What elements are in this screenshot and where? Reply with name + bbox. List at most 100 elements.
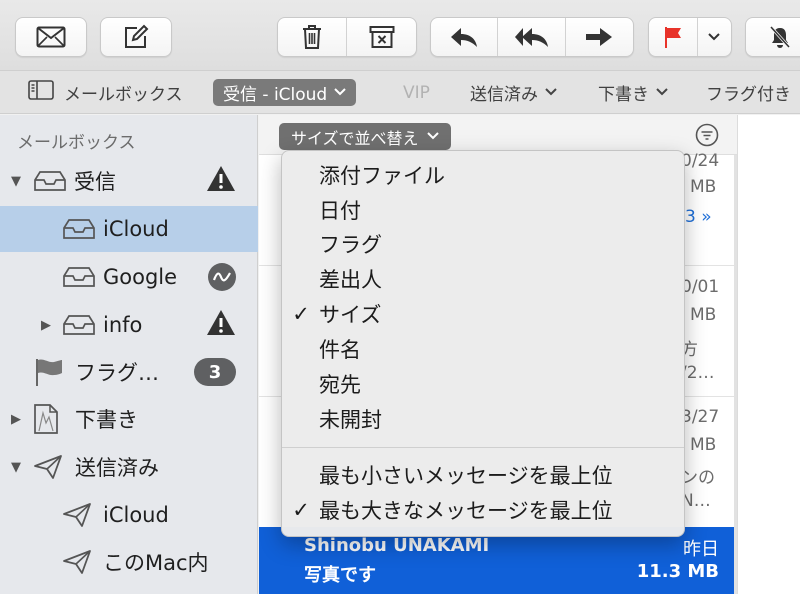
sort-menu-item-from[interactable]: 差出人 <box>282 262 684 296</box>
menu-item-label: 日付 <box>319 199 361 223</box>
sidebar-item-label: フラグ… <box>75 361 159 385</box>
get-mail-button[interactable] <box>15 17 87 57</box>
sort-menu-item-size[interactable]: ✓ サイズ <box>282 297 684 331</box>
menu-item-label: 件名 <box>319 338 361 362</box>
sidebar-item-label: Google <box>103 265 178 289</box>
delete-button[interactable] <box>278 18 347 56</box>
sort-menu-item-to[interactable]: 宛先 <box>282 367 684 401</box>
sort-menu-item-subject[interactable]: 件名 <box>282 332 684 366</box>
sort-order-smallest-first[interactable]: 最も小さいメッセージを最上位 <box>282 458 684 492</box>
chevron-down-icon <box>334 86 346 99</box>
sidebar-item-label: iCloud <box>103 503 169 527</box>
favorite-drafts[interactable]: 下書き <box>598 79 668 106</box>
message-snippet: N… <box>681 491 711 511</box>
sort-menu: 添付ファイル 日付 フラグ 差出人 ✓ サイズ 件名 宛先 未開封 最も小さいメ… <box>281 150 685 537</box>
favorite-sent[interactable]: 送信済み <box>470 79 557 106</box>
inbox-tray-icon <box>62 314 96 341</box>
disclosure-open-icon[interactable]: ▼ <box>11 174 21 189</box>
chevron-down-icon <box>545 86 557 99</box>
sort-label: サイズで並べ替え <box>291 128 419 148</box>
reply-all-icon <box>514 26 550 48</box>
sidebar-item-sent[interactable]: ▼ 送信済み <box>0 444 258 490</box>
junk-box-icon <box>369 25 395 49</box>
sidebar-item-inbox[interactable]: ▼ 受信 <box>0 158 258 204</box>
menu-item-label: 宛先 <box>319 373 361 397</box>
mailboxes-toggle-button[interactable]: メールボックス <box>28 79 183 106</box>
message-viewer <box>737 115 800 594</box>
favorite-inbox-icloud[interactable]: 受信 - iCloud <box>213 79 357 106</box>
menu-item-label: 未開封 <box>319 408 382 432</box>
checkmark-icon: ✓ <box>292 498 310 522</box>
flag-button[interactable] <box>649 18 698 56</box>
message-snippet: ンの <box>681 468 715 488</box>
sidebar-item-label: 送信済み <box>75 456 159 480</box>
sort-menu-item-unread[interactable]: 未開封 <box>282 402 684 436</box>
mute-button[interactable] <box>745 17 800 57</box>
sidebar-item-label: 受信 <box>74 170 116 194</box>
checkmark-icon: ✓ <box>292 302 310 326</box>
chevron-down-icon <box>708 33 721 41</box>
sidebar-item-inbox-icloud[interactable]: iCloud <box>0 206 258 252</box>
warning-icon[interactable] <box>206 165 236 197</box>
sidebar-item-sent-icloud[interactable]: iCloud <box>0 492 258 538</box>
menu-separator <box>282 447 684 448</box>
chevron-down-icon <box>426 130 439 143</box>
message-row-selected[interactable]: Shinobu UNAKAMI 昨日 写真です 11.3 MB <box>259 527 737 594</box>
vip-label: VIP <box>403 82 430 103</box>
message-subject: 写真です <box>304 565 376 586</box>
message-size: 11.3 MB <box>636 561 719 582</box>
message-size: MB <box>690 177 717 197</box>
reply-button[interactable] <box>431 18 499 56</box>
warning-icon[interactable] <box>206 309 236 341</box>
sidebar-item-flagged[interactable]: フラグ… 3 <box>0 349 258 395</box>
message-date: 0/24 <box>681 151 720 171</box>
activity-icon <box>208 263 236 291</box>
filter-icon[interactable] <box>695 123 719 151</box>
mailboxes-label: メールボックス <box>64 85 183 105</box>
sort-order-largest-first[interactable]: ✓ 最も大きなメッセージを最上位 <box>282 493 684 527</box>
favorite-vip[interactable]: VIP <box>403 79 430 106</box>
menu-item-label: 差出人 <box>319 268 382 292</box>
chevron-down-icon <box>656 86 668 99</box>
reply-all-button[interactable] <box>498 18 566 56</box>
message-date: 3/27 <box>681 407 720 427</box>
flag-group <box>648 17 732 57</box>
forward-button[interactable] <box>566 18 633 56</box>
paper-plane-icon <box>62 549 92 580</box>
sidebar: メールボックス ▼ 受信 iCloud Google ▶ info フラグ… 3… <box>0 115 258 594</box>
sidebar-icon <box>28 80 54 105</box>
favorite-inbox-label: 受信 - iCloud <box>223 85 328 105</box>
sidebar-item-drafts[interactable]: ▶ 下書き <box>0 396 258 442</box>
sidebar-item-inbox-info[interactable]: ▶ info <box>0 302 258 348</box>
trash-icon <box>301 24 323 50</box>
disclosure-open-icon[interactable]: ▼ <box>11 460 21 475</box>
compose-button[interactable] <box>100 17 172 57</box>
reply-icon <box>449 26 479 48</box>
menu-item-label: 添付ファイル <box>319 164 445 188</box>
inbox-tray-icon <box>33 170 67 197</box>
sort-button[interactable]: サイズで並べ替え <box>279 123 451 150</box>
envelope-icon <box>36 26 66 48</box>
paper-plane-icon <box>33 454 63 485</box>
message-snippet: /2… <box>681 363 715 383</box>
favorite-flagged[interactable]: フラグ付き <box>706 79 791 106</box>
unread-count-badge: 3 <box>194 358 236 386</box>
flag-icon <box>34 357 64 392</box>
junk-button[interactable] <box>347 18 416 56</box>
sort-menu-item-attachments[interactable]: 添付ファイル <box>282 158 684 192</box>
paper-plane-icon <box>62 502 92 533</box>
disclosure-closed-icon[interactable]: ▶ <box>11 412 21 427</box>
message-date: 昨日 <box>683 539 719 560</box>
flag-icon <box>663 25 683 49</box>
sidebar-item-label: info <box>103 313 143 337</box>
sidebar-item-sent-on-mac[interactable]: このMac内 <box>0 539 258 585</box>
sort-menu-item-flag[interactable]: フラグ <box>282 227 684 261</box>
message-list-header: サイズで並べ替え <box>259 115 737 155</box>
thread-count[interactable]: 3 » <box>685 207 712 227</box>
flagged-label: フラグ付き <box>706 85 791 105</box>
menu-item-label: フラグ <box>319 233 382 257</box>
sidebar-item-inbox-google[interactable]: Google <box>0 254 258 300</box>
disclosure-closed-icon[interactable]: ▶ <box>41 318 51 333</box>
flag-menu-button[interactable] <box>698 18 731 56</box>
sort-menu-item-date[interactable]: 日付 <box>282 193 684 227</box>
